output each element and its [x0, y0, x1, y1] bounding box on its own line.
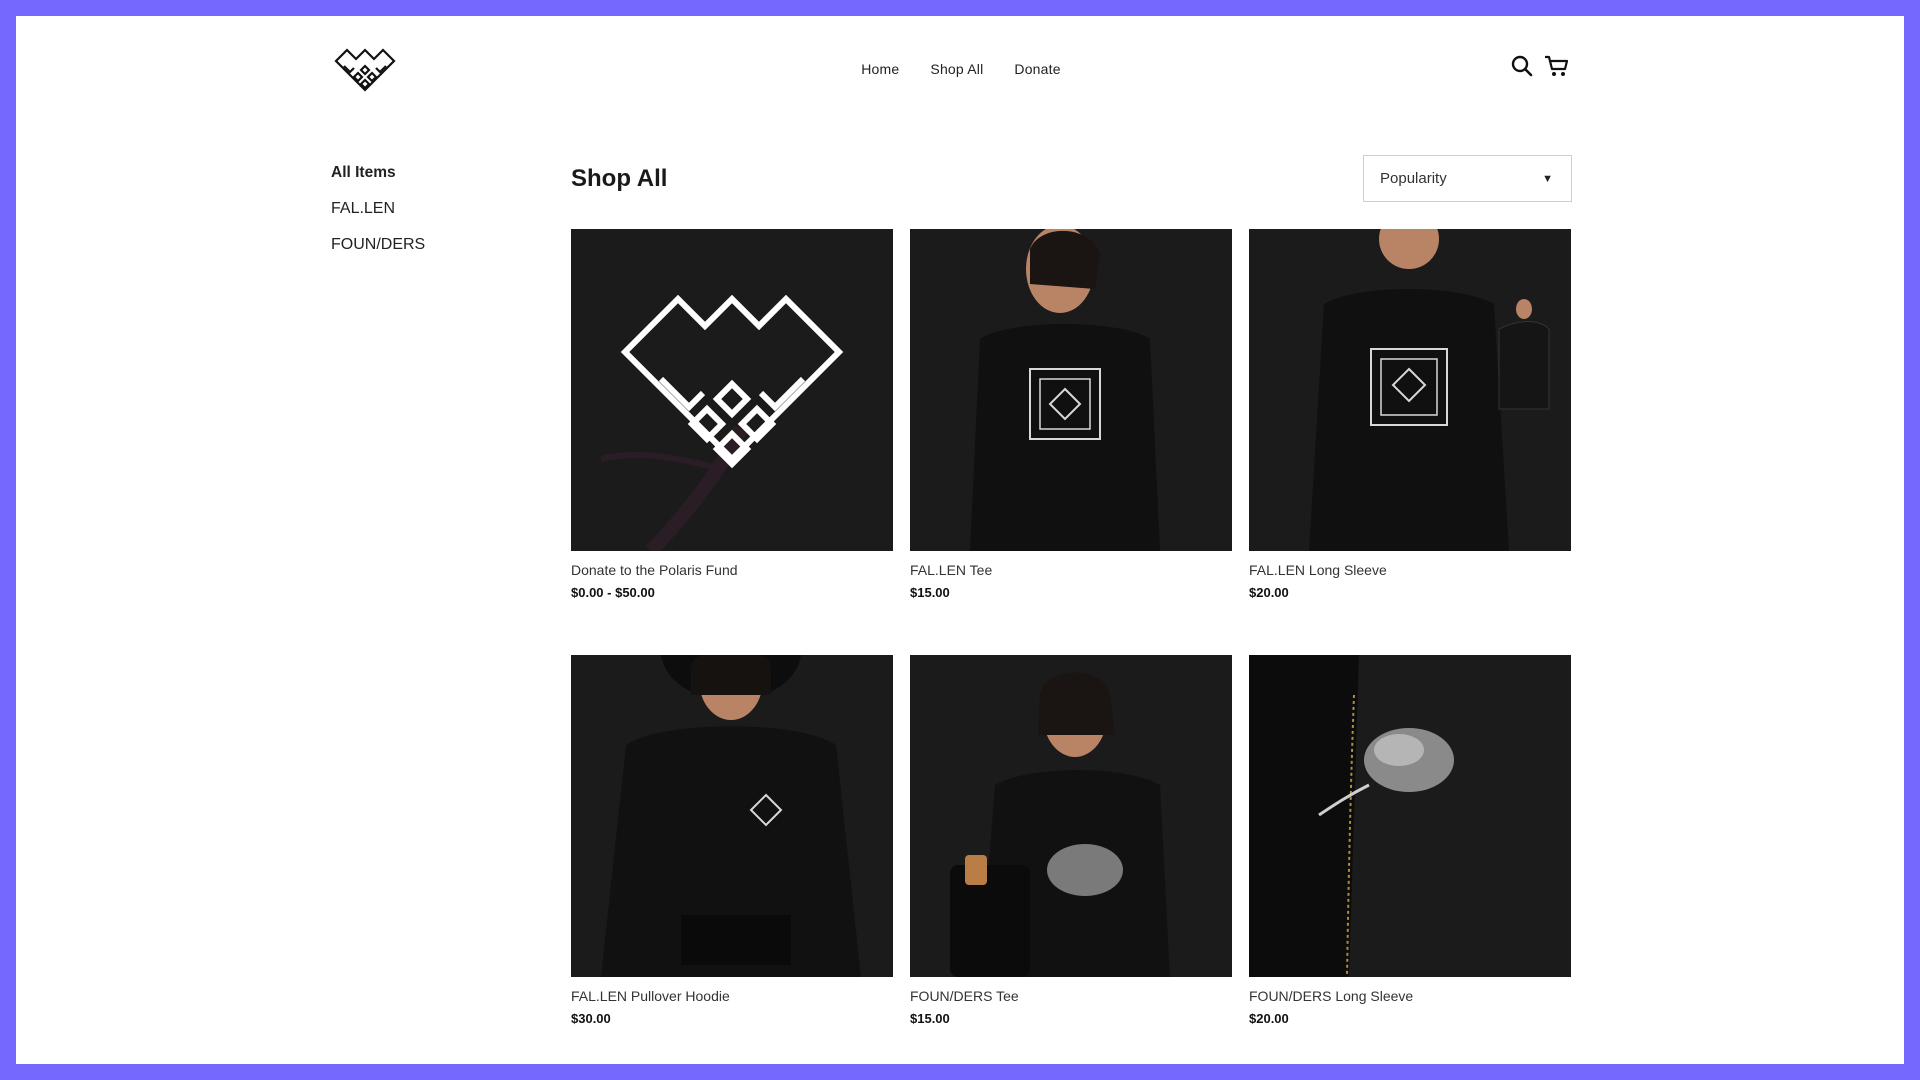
product-card[interactable]: FAL.LEN Long Sleeve $20.00 [1249, 229, 1571, 655]
product-name[interactable]: FAL.LEN Tee [910, 561, 1232, 579]
product-name[interactable]: FAL.LEN Long Sleeve [1249, 561, 1571, 579]
product-card[interactable]: FOUN/DERS Tee $15.00 [910, 655, 1232, 1064]
sidebar-item-fallen[interactable]: FAL.LEN [331, 199, 531, 219]
sort-dropdown[interactable]: Popularity ▼ [1363, 155, 1572, 202]
product-card[interactable]: FAL.LEN Tee $15.00 [910, 229, 1232, 655]
product-image[interactable] [1249, 655, 1571, 977]
product-image[interactable] [571, 655, 893, 977]
product-card[interactable]: Donate to the Polaris Fund $0.00 - $50.0… [571, 229, 893, 655]
product-price: $0.00 - $50.00 [571, 585, 655, 600]
model-tee-photo [970, 229, 1160, 551]
product-price: $20.00 [1249, 585, 1289, 600]
product-card[interactable]: FAL.LEN Pullover Hoodie $30.00 [571, 655, 893, 1064]
product-image[interactable] [571, 229, 893, 551]
sort-selected-value: Popularity [1380, 170, 1447, 187]
product-price: $15.00 [910, 585, 950, 600]
nav-shop-all[interactable]: Shop All [930, 61, 983, 77]
product-card[interactable]: FOUN/DERS Long Sleeve $20.00 [1249, 655, 1571, 1064]
model-long-sleeve-photo [1309, 229, 1550, 551]
category-sidebar: All Items FAL.LEN FOUN/DERS [331, 163, 531, 271]
sidebar-item-founders[interactable]: FOUN/DERS [331, 235, 531, 255]
product-image[interactable] [1249, 229, 1571, 551]
cart-icon[interactable] [1544, 54, 1570, 78]
tree-logo-artwork [600, 294, 844, 551]
nav-donate[interactable]: Donate [1014, 61, 1060, 77]
model-founders-long-sleeve-photo [1249, 655, 1454, 977]
caret-down-icon: ▼ [1542, 172, 1553, 185]
store-page: Home Shop All Donate All Items FAL.LEN F… [16, 16, 1904, 1064]
product-price: $30.00 [571, 1011, 611, 1026]
page-title: Shop All [571, 165, 668, 192]
product-price: $15.00 [910, 1011, 950, 1026]
search-icon[interactable] [1510, 54, 1534, 78]
product-price: $20.00 [1249, 1011, 1289, 1026]
header-actions [1510, 54, 1570, 78]
main-nav: Home Shop All Donate [16, 61, 1904, 77]
product-image[interactable] [910, 655, 1232, 977]
polaris-logo-icon [334, 48, 396, 92]
model-founders-tee-photo [950, 672, 1170, 977]
logo[interactable] [330, 42, 400, 112]
product-name[interactable]: Donate to the Polaris Fund [571, 561, 893, 579]
product-image[interactable] [910, 229, 1232, 551]
product-name[interactable]: FOUN/DERS Tee [910, 987, 1232, 1005]
product-name[interactable]: FOUN/DERS Long Sleeve [1249, 987, 1571, 1005]
model-hoodie-photo [601, 655, 861, 977]
product-grid: Donate to the Polaris Fund $0.00 - $50.0… [571, 229, 1572, 1064]
product-name[interactable]: FAL.LEN Pullover Hoodie [571, 987, 893, 1005]
nav-home[interactable]: Home [861, 61, 899, 77]
sidebar-item-all-items[interactable]: All Items [331, 163, 531, 183]
